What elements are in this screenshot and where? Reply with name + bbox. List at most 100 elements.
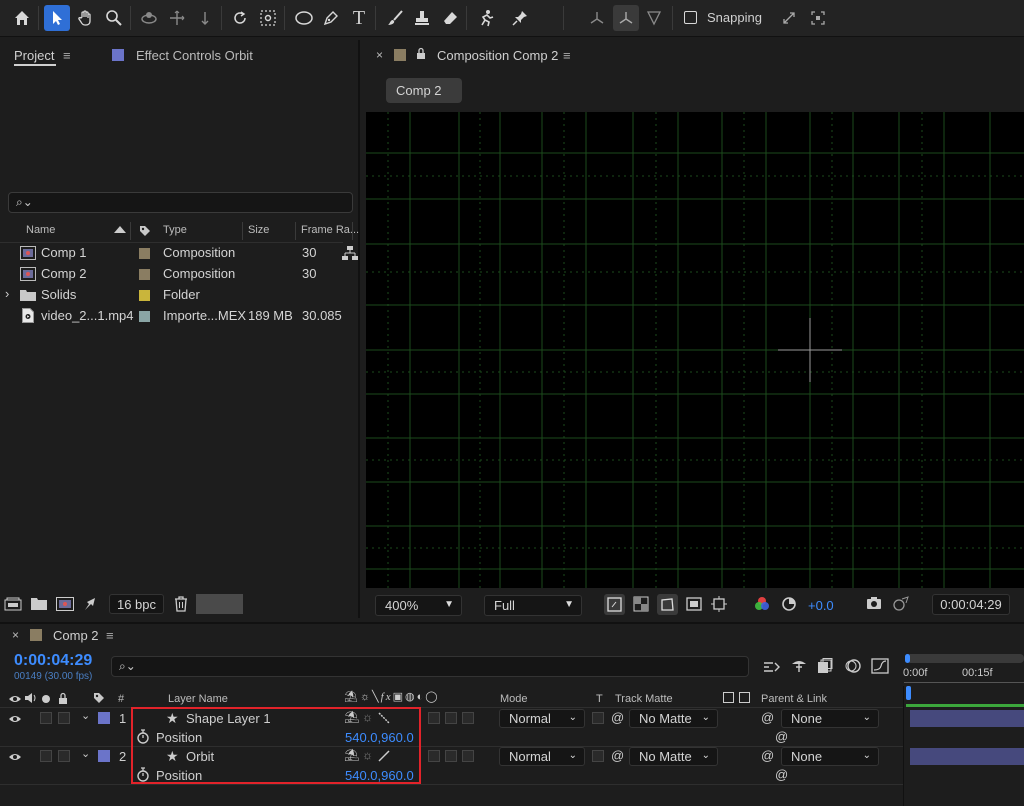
transparency-grid-icon[interactable] bbox=[633, 596, 649, 615]
track-matte-dropdown[interactable]: No Matte ⌄ bbox=[629, 747, 718, 766]
timeline-search-input[interactable]: ⌕⌄ bbox=[111, 656, 749, 677]
parent-dropdown[interactable]: None ⌄ bbox=[781, 709, 879, 728]
layer-duration-bar[interactable] bbox=[910, 710, 1024, 727]
frame-blend-switch[interactable] bbox=[445, 712, 457, 724]
motion-blur-switch[interactable] bbox=[462, 750, 474, 762]
column-header-mode[interactable]: Mode bbox=[500, 693, 528, 705]
layer-label-swatch[interactable] bbox=[98, 712, 110, 724]
snap-edges-icon[interactable] bbox=[776, 5, 802, 31]
playhead[interactable] bbox=[906, 686, 911, 700]
expression-pick-whip-icon[interactable]: @ bbox=[775, 729, 788, 744]
graph-editor-icon[interactable] bbox=[871, 658, 889, 677]
shy-layers-icon[interactable] bbox=[790, 658, 808, 677]
snap-features-icon[interactable] bbox=[805, 5, 831, 31]
label-tag-icon[interactable] bbox=[139, 225, 151, 237]
project-item[interactable]: video_2...1.mp4 Importe...MEX 189 MB 30.… bbox=[0, 306, 343, 327]
lock-icon[interactable] bbox=[416, 47, 426, 63]
column-header-size[interactable]: Size bbox=[248, 224, 269, 241]
column-header-frame-rate[interactable]: Frame Ra... bbox=[301, 224, 359, 241]
trash-icon[interactable] bbox=[174, 596, 188, 615]
eraser-tool-icon[interactable] bbox=[437, 5, 463, 31]
blend-mode-dropdown[interactable]: Normal ⌄ bbox=[499, 747, 585, 766]
lock-header-icon[interactable] bbox=[58, 692, 68, 708]
column-header-parent[interactable]: Parent & Link bbox=[761, 693, 827, 705]
snapping-checkbox[interactable] bbox=[684, 11, 697, 24]
track-matte-dropdown[interactable]: No Matte ⌄ bbox=[629, 709, 718, 728]
tab-effect-controls[interactable]: Effect Controls Orbit bbox=[136, 48, 253, 63]
solo-header-icon[interactable] bbox=[42, 695, 50, 703]
composition-mini-flowchart-icon[interactable] bbox=[763, 659, 781, 678]
preserve-transparency-toggle[interactable] bbox=[592, 712, 604, 724]
region-of-interest-icon[interactable] bbox=[686, 596, 702, 615]
motion-blur-icon[interactable] bbox=[844, 658, 862, 677]
collapse-chevron-icon[interactable]: ⌄ bbox=[81, 747, 90, 760]
dolly-camera-icon[interactable] bbox=[192, 5, 218, 31]
view-axis-icon[interactable] bbox=[641, 5, 667, 31]
label-tag-icon[interactable] bbox=[93, 692, 105, 707]
tab-project[interactable]: Project bbox=[14, 48, 54, 63]
flowchart-icon[interactable] bbox=[342, 246, 358, 263]
label-color-swatch[interactable] bbox=[139, 269, 150, 280]
work-area-bar[interactable] bbox=[906, 654, 1024, 663]
panel-menu-icon[interactable]: ≡ bbox=[106, 628, 114, 643]
rotate-tool-icon[interactable] bbox=[227, 5, 253, 31]
fast-preview-icon[interactable] bbox=[604, 594, 625, 615]
bit-depth-button[interactable]: 16 bpc bbox=[109, 594, 164, 614]
expand-chevron-icon[interactable]: › bbox=[5, 286, 9, 301]
pick-whip-icon[interactable]: @ bbox=[611, 710, 624, 725]
channel-rgb-icon[interactable] bbox=[754, 596, 770, 615]
composition-viewer[interactable] bbox=[366, 112, 1024, 588]
orbit-camera-icon[interactable] bbox=[136, 5, 162, 31]
label-color-swatch[interactable] bbox=[139, 311, 150, 322]
pick-whip-icon[interactable]: @ bbox=[611, 748, 624, 763]
interpret-footage-icon[interactable] bbox=[4, 597, 22, 614]
layer-duration-bar[interactable] bbox=[910, 748, 1024, 765]
close-icon[interactable]: × bbox=[12, 628, 19, 642]
roto-brush-icon[interactable] bbox=[473, 5, 499, 31]
selection-tool-icon[interactable] bbox=[44, 5, 70, 31]
blend-mode-dropdown[interactable]: Normal ⌄ bbox=[499, 709, 585, 728]
composition-tab-title[interactable]: Composition Comp 2 bbox=[437, 48, 558, 63]
pan-camera-icon[interactable] bbox=[164, 5, 190, 31]
audio-header-icon[interactable] bbox=[24, 692, 38, 707]
sort-ascending-icon[interactable] bbox=[114, 226, 126, 233]
lock-toggle[interactable] bbox=[58, 712, 70, 724]
mask-visibility-icon[interactable] bbox=[657, 594, 678, 615]
home-icon[interactable] bbox=[9, 5, 35, 31]
panel-menu-icon[interactable]: ≡ bbox=[563, 48, 571, 63]
puppet-pin-icon[interactable] bbox=[507, 5, 533, 31]
effect-switch[interactable] bbox=[428, 750, 440, 762]
frame-blending-icon[interactable] bbox=[817, 658, 833, 677]
solo-toggle[interactable] bbox=[40, 712, 52, 724]
lock-toggle[interactable] bbox=[58, 750, 70, 762]
project-item[interactable]: › Solids Folder bbox=[0, 285, 343, 306]
type-tool-icon[interactable]: T bbox=[346, 5, 372, 31]
reset-exposure-icon[interactable] bbox=[781, 596, 797, 615]
collapse-chevron-icon[interactable]: ⌄ bbox=[81, 709, 90, 722]
project-item[interactable]: Comp 1 Composition 30 bbox=[0, 243, 343, 264]
column-header-layer-name[interactable]: Layer Name bbox=[168, 693, 228, 705]
column-header-track-matte[interactable]: Track Matte bbox=[615, 693, 673, 705]
video-visibility-icon[interactable] bbox=[8, 712, 22, 727]
brush-tool-icon[interactable] bbox=[382, 5, 408, 31]
snapshot-camera-icon[interactable] bbox=[866, 596, 882, 613]
project-item[interactable]: Comp 2 Composition 30 bbox=[0, 264, 343, 285]
parent-pick-whip-icon[interactable]: @ bbox=[761, 748, 774, 763]
zoom-tool-icon[interactable] bbox=[101, 5, 127, 31]
local-axis-icon[interactable] bbox=[584, 5, 610, 31]
world-axis-icon[interactable] bbox=[613, 5, 639, 31]
label-color-swatch[interactable] bbox=[139, 290, 150, 301]
timeline-tab[interactable]: Comp 2 bbox=[53, 628, 99, 643]
show-snapshot-icon[interactable] bbox=[892, 595, 910, 614]
panel-menu-icon[interactable]: ≡ bbox=[63, 48, 71, 63]
ellipse-tool-icon[interactable] bbox=[291, 5, 317, 31]
preserve-transparency-toggle[interactable] bbox=[592, 750, 604, 762]
new-composition-icon[interactable] bbox=[56, 597, 74, 614]
layer-label-swatch[interactable] bbox=[98, 750, 110, 762]
hand-tool-icon[interactable] bbox=[73, 5, 99, 31]
timeline-current-time[interactable]: 0:00:04:29 bbox=[14, 652, 92, 670]
exposure-value[interactable]: +0.0 bbox=[808, 598, 834, 613]
project-search-input[interactable]: ⌕⌄ bbox=[8, 192, 353, 213]
zoom-dropdown[interactable]: 400% ▼ bbox=[375, 595, 462, 616]
close-icon[interactable]: × bbox=[376, 48, 383, 62]
